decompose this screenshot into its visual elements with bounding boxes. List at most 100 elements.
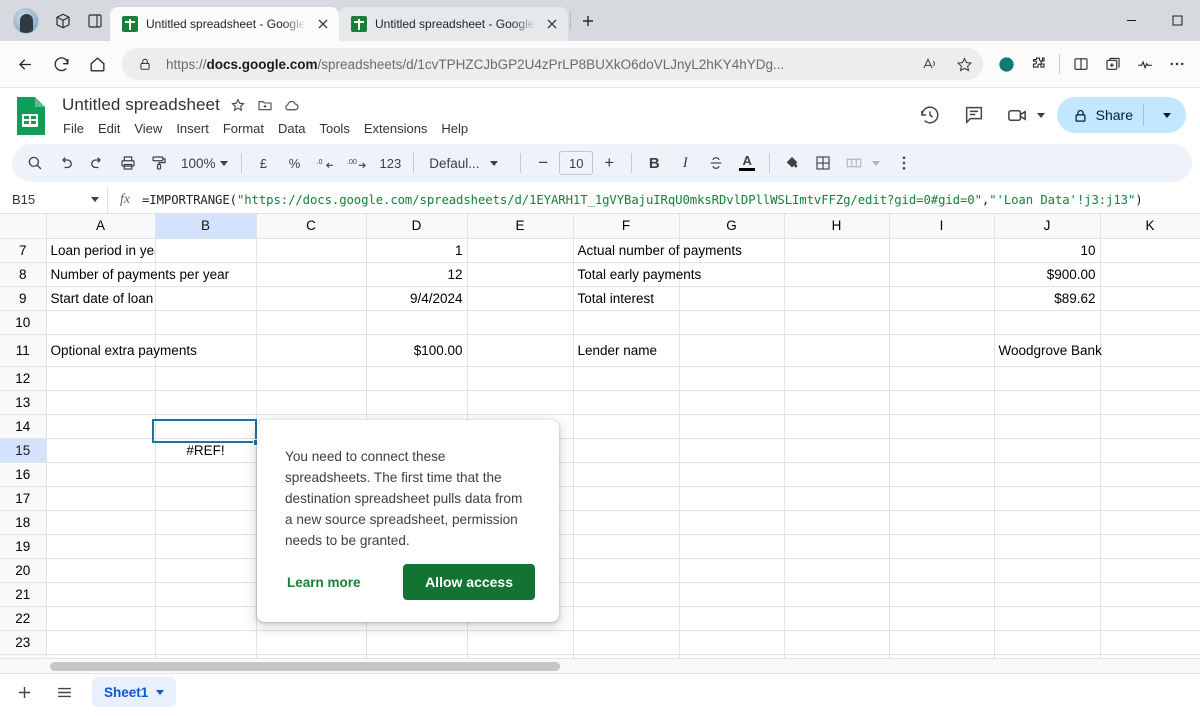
new-tab-button[interactable] (573, 6, 603, 36)
cell-F12[interactable] (573, 366, 679, 390)
close-icon[interactable] (315, 16, 331, 32)
cell-B7[interactable] (155, 238, 256, 262)
merge-cells-icon[interactable] (839, 148, 869, 178)
cell-G15[interactable] (679, 438, 784, 462)
cell-A20[interactable] (46, 558, 155, 582)
cell-K20[interactable] (1100, 558, 1200, 582)
cell-A23[interactable] (46, 630, 155, 654)
cell-I16[interactable] (889, 462, 994, 486)
star-icon[interactable] (229, 96, 247, 114)
paint-format-icon[interactable] (144, 148, 174, 178)
cell-C11[interactable] (256, 334, 366, 366)
cloud-saved-icon[interactable] (283, 96, 301, 114)
cell-H8[interactable] (784, 262, 889, 286)
menu-help[interactable]: Help (434, 119, 475, 138)
cell-I18[interactable] (889, 510, 994, 534)
column-header-D[interactable]: D (366, 214, 467, 238)
cell-K13[interactable] (1100, 390, 1200, 414)
font-selector[interactable]: Defaul... (421, 156, 513, 171)
cell-C9[interactable] (256, 286, 366, 310)
cell-B17[interactable] (155, 486, 256, 510)
cell-B19[interactable] (155, 534, 256, 558)
browser-essentials-icon[interactable] (1130, 49, 1160, 79)
cell-A18[interactable] (46, 510, 155, 534)
cell-F15[interactable] (573, 438, 679, 462)
cell-K14[interactable] (1100, 414, 1200, 438)
cell-B13[interactable] (155, 390, 256, 414)
comment-icon[interactable] (957, 98, 991, 132)
cell-D10[interactable] (366, 310, 467, 334)
row-header-21[interactable]: 21 (0, 582, 46, 606)
copilot-icon[interactable] (991, 49, 1021, 79)
cell-H10[interactable] (784, 310, 889, 334)
borders-icon[interactable] (808, 148, 838, 178)
cell-J20[interactable] (994, 558, 1100, 582)
percent-format-button[interactable]: % (280, 148, 310, 178)
cell-A9[interactable]: Start date of loan (46, 286, 155, 310)
menu-edit[interactable]: Edit (91, 119, 127, 138)
cell-H7[interactable] (784, 238, 889, 262)
cell-J15[interactable] (994, 438, 1100, 462)
cell-E23[interactable] (467, 630, 573, 654)
cell-F22[interactable] (573, 606, 679, 630)
browser-tab-2[interactable]: Untitled spreadsheet - Google Sh (339, 7, 568, 41)
cell-J19[interactable] (994, 534, 1100, 558)
cell-K8[interactable] (1100, 262, 1200, 286)
cell-H13[interactable] (784, 390, 889, 414)
cell-H20[interactable] (784, 558, 889, 582)
row-header-12[interactable]: 12 (0, 366, 46, 390)
cell-J7[interactable]: 10 (994, 238, 1100, 262)
cell-K21[interactable] (1100, 582, 1200, 606)
column-header-C[interactable]: C (256, 214, 366, 238)
cell-B15[interactable]: #REF! (155, 438, 256, 462)
column-header-H[interactable]: H (784, 214, 889, 238)
cell-A8[interactable]: Number of payments per year (46, 262, 155, 286)
cell-G14[interactable] (679, 414, 784, 438)
cell-A19[interactable] (46, 534, 155, 558)
page-title[interactable]: Untitled spreadsheet (62, 95, 220, 115)
menu-insert[interactable]: Insert (169, 119, 216, 138)
add-sheet-icon[interactable] (6, 677, 42, 707)
cell-C13[interactable] (256, 390, 366, 414)
cell-F7[interactable]: Actual number of payments (573, 238, 679, 262)
chevron-down-icon[interactable] (872, 161, 880, 166)
cell-J21[interactable] (994, 582, 1100, 606)
cell-B16[interactable] (155, 462, 256, 486)
cell-K16[interactable] (1100, 462, 1200, 486)
cell-B20[interactable] (155, 558, 256, 582)
cell-K23[interactable] (1100, 630, 1200, 654)
cell-B23[interactable] (155, 630, 256, 654)
cell-F17[interactable] (573, 486, 679, 510)
column-header-J[interactable]: J (994, 214, 1100, 238)
cell-B12[interactable] (155, 366, 256, 390)
cell-C8[interactable] (256, 262, 366, 286)
formula-input[interactable]: =IMPORTRANGE("https://docs.google.com/sp… (142, 193, 1200, 207)
cell-G11[interactable] (679, 334, 784, 366)
more-options-icon[interactable] (889, 148, 919, 178)
cell-G18[interactable] (679, 510, 784, 534)
cell-H14[interactable] (784, 414, 889, 438)
cell-J22[interactable] (994, 606, 1100, 630)
cell-I11[interactable] (889, 334, 994, 366)
cell-J11[interactable]: Woodgrove Bank (994, 334, 1100, 366)
cell-F23[interactable] (573, 630, 679, 654)
cell-C7[interactable] (256, 238, 366, 262)
name-box[interactable]: B15 (0, 187, 108, 213)
cell-H16[interactable] (784, 462, 889, 486)
menu-tools[interactable]: Tools (312, 119, 356, 138)
increase-decimal-button[interactable]: .00 (342, 148, 374, 178)
row-header-15[interactable]: 15 (0, 438, 46, 462)
strikethrough-button[interactable] (701, 148, 731, 178)
cell-F21[interactable] (573, 582, 679, 606)
column-header-K[interactable]: K (1100, 214, 1200, 238)
home-icon[interactable] (80, 47, 114, 81)
cell-H23[interactable] (784, 630, 889, 654)
row-header-18[interactable]: 18 (0, 510, 46, 534)
row-header-22[interactable]: 22 (0, 606, 46, 630)
cell-K17[interactable] (1100, 486, 1200, 510)
decrease-decimal-button[interactable]: .0 (311, 148, 341, 178)
cell-E13[interactable] (467, 390, 573, 414)
cell-E10[interactable] (467, 310, 573, 334)
increase-font-size-button[interactable]: + (594, 148, 624, 178)
close-icon[interactable] (544, 16, 560, 32)
